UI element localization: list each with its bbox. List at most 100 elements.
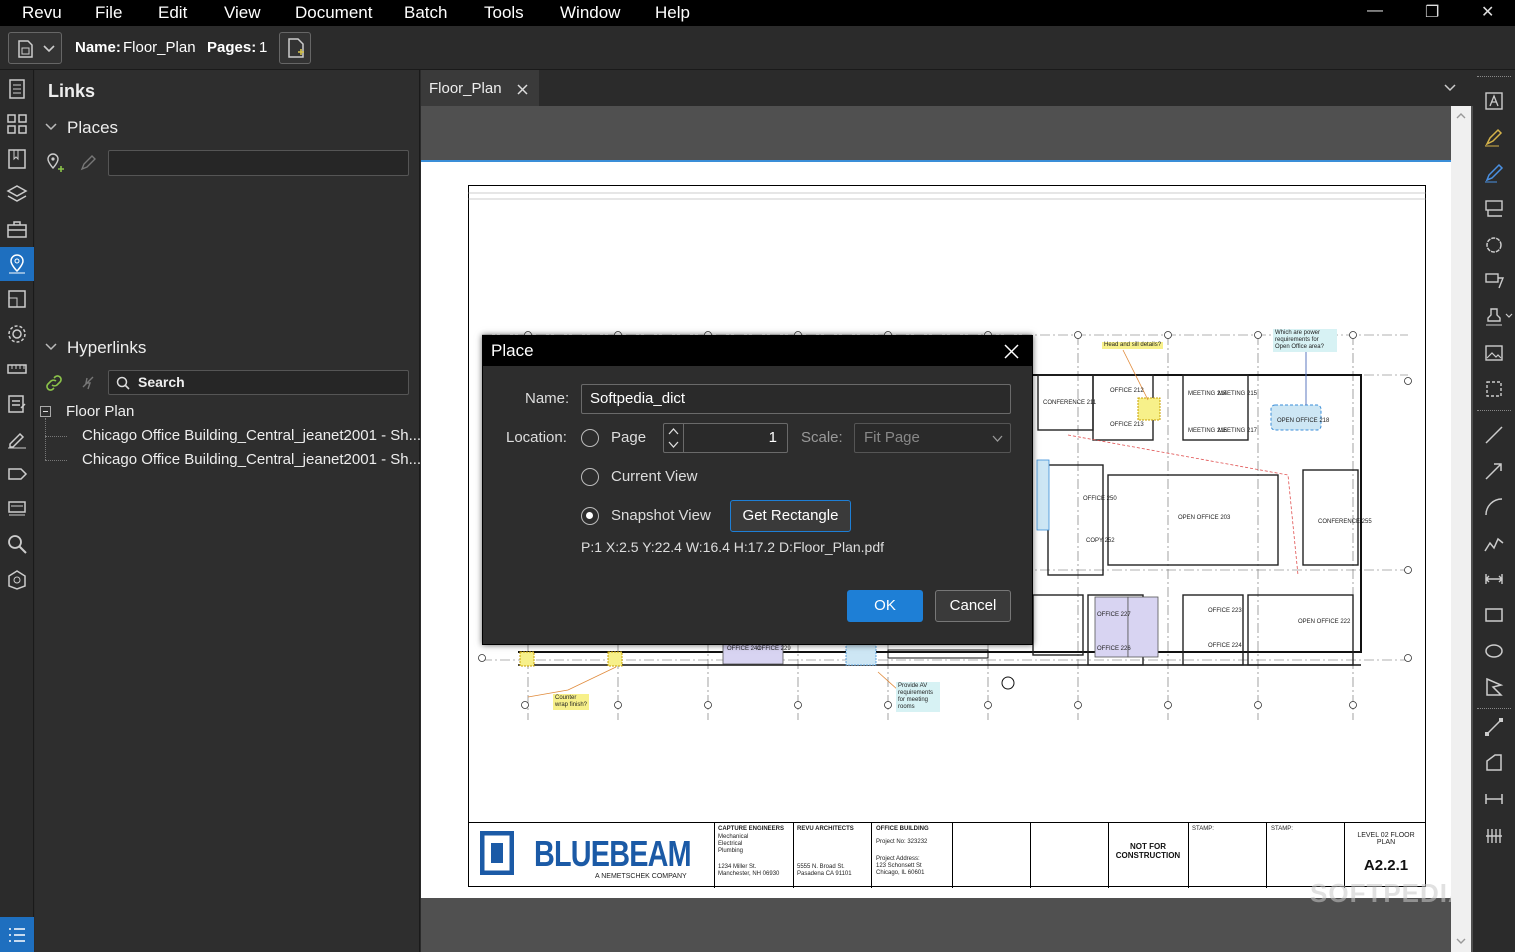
get-rectangle-button[interactable]: Get Rectangle — [730, 500, 851, 532]
polyline-icon[interactable] — [1483, 532, 1505, 554]
ok-button[interactable]: OK — [847, 590, 923, 622]
chevron-down-icon[interactable] — [1505, 313, 1513, 319]
ellipse-icon[interactable] — [1483, 640, 1505, 662]
place-pin-icon — [9, 254, 25, 274]
measurements-ruler-icon[interactable] — [6, 358, 28, 380]
tree-collapse-toggle[interactable] — [40, 406, 51, 417]
arc-icon[interactable] — [1483, 496, 1505, 518]
radio-current-view[interactable] — [581, 468, 599, 486]
dimension-icon[interactable] — [1483, 568, 1505, 590]
panel-list-toggle[interactable] — [0, 917, 34, 952]
measure-length-icon[interactable] — [1483, 716, 1505, 738]
places-collapse-icon[interactable] — [45, 122, 57, 132]
menu-batch[interactable]: Batch — [404, 3, 447, 23]
menu-window[interactable]: Window — [560, 3, 620, 23]
tab-floor-plan[interactable]: Floor_Plan — [421, 70, 539, 106]
vertical-scrollbar[interactable] — [1451, 106, 1471, 952]
rail-divider — [1477, 708, 1511, 709]
restore-button[interactable]: ❐ — [1425, 2, 1439, 22]
callout-icon[interactable] — [1483, 198, 1505, 220]
measure-area-icon[interactable] — [1483, 752, 1505, 774]
rectangle-icon[interactable] — [1483, 604, 1505, 626]
radio-snapshot-view-label[interactable]: Snapshot View — [611, 507, 711, 524]
menu-file[interactable]: File — [95, 3, 122, 23]
stepper-down-icon[interactable] — [668, 441, 679, 449]
edit-place-icon[interactable] — [79, 154, 97, 172]
markups-list-icon[interactable] — [6, 393, 28, 415]
stepper-up-icon[interactable] — [668, 427, 679, 435]
room-label: OPEN OFFICE 222 — [1298, 619, 1351, 625]
building-line: Project Address: — [876, 856, 920, 862]
menu-tools[interactable]: Tools — [484, 3, 524, 23]
polygon-icon[interactable] — [1483, 676, 1505, 698]
logo-subtitle: A NEMETSCHEK COMPANY — [595, 873, 687, 880]
count-icon[interactable] — [1483, 824, 1505, 846]
highlighter-icon[interactable] — [1483, 126, 1505, 148]
add-page-button[interactable] — [279, 32, 311, 64]
document-menu-button[interactable] — [8, 32, 62, 64]
properties-gear-icon[interactable] — [6, 323, 28, 345]
menu-help[interactable]: Help — [655, 3, 690, 23]
menu-document[interactable]: Document — [295, 3, 372, 23]
cancel-button[interactable]: Cancel — [935, 590, 1011, 622]
hyperlink-item[interactable]: Chicago Office Building_Central_jeanet20… — [82, 451, 421, 468]
add-link-icon[interactable] — [43, 373, 65, 393]
add-place-icon[interactable] — [45, 152, 65, 174]
places-header[interactable]: Places — [67, 118, 118, 138]
menu-view[interactable]: View — [224, 3, 261, 23]
cloud-icon[interactable] — [1483, 234, 1505, 256]
hyperlinks-header[interactable]: Hyperlinks — [67, 338, 146, 358]
hyperlinks-search-box[interactable]: Search — [108, 370, 409, 395]
links-tab-active[interactable] — [0, 247, 34, 281]
search-icon[interactable] — [6, 533, 28, 555]
arrow-callout-icon[interactable] — [1483, 270, 1505, 292]
callout-note: Head and sill details? — [1102, 342, 1164, 349]
stamp-tool-icon[interactable] — [1483, 306, 1505, 328]
close-dialog-icon[interactable] — [1004, 344, 1019, 359]
hyperlink-item[interactable]: Chicago Office Building_Central_jeanet20… — [82, 427, 421, 444]
bookmarks-icon[interactable] — [6, 148, 28, 170]
snapshot-icon[interactable] — [1483, 378, 1505, 400]
room-label: OFFICE 229 — [757, 646, 791, 652]
thumbnails-icon[interactable] — [6, 78, 28, 100]
image-icon[interactable] — [1483, 342, 1505, 364]
sheets-icon[interactable] — [6, 288, 28, 310]
name-input[interactable]: Softpedia_dict — [581, 384, 1011, 414]
grid-icon[interactable] — [6, 113, 28, 135]
menu-revu[interactable]: Revu — [22, 3, 62, 23]
scroll-up-icon[interactable] — [1456, 112, 1466, 119]
tag-icon[interactable] — [6, 463, 28, 485]
name-label: Name: — [525, 390, 570, 407]
toolbox-icon[interactable] — [6, 218, 28, 240]
radio-snapshot-view[interactable] — [581, 507, 599, 525]
page-number-stepper[interactable]: 1 — [663, 423, 788, 453]
spaces-icon[interactable] — [6, 568, 28, 590]
scale-select[interactable]: Fit Page — [854, 423, 1011, 453]
hyperlinks-collapse-icon[interactable] — [45, 342, 57, 352]
remove-link-icon[interactable] — [79, 373, 97, 393]
pages-value: 1 — [259, 39, 268, 56]
radio-page-label[interactable]: Page — [611, 429, 646, 446]
signatures-icon[interactable] — [6, 428, 28, 450]
close-tab-icon[interactable] — [517, 84, 528, 95]
line-icon[interactable] — [1483, 424, 1505, 446]
stamp-icon[interactable] — [6, 498, 28, 520]
radio-page[interactable] — [581, 429, 599, 447]
close-window-button[interactable]: ✕ — [1481, 2, 1494, 22]
tree-root-floor-plan[interactable]: Floor Plan — [66, 403, 134, 420]
name-label: Name: — [75, 39, 121, 56]
text-box-icon[interactable] — [1483, 90, 1505, 112]
pen-icon[interactable] — [1483, 162, 1505, 184]
radio-current-view-label[interactable]: Current View — [611, 468, 697, 485]
places-input[interactable] — [108, 150, 409, 176]
arrow-icon[interactable] — [1483, 460, 1505, 482]
layers-icon[interactable] — [6, 183, 28, 205]
minimize-button[interactable]: — — [1367, 2, 1383, 20]
tab-list-chevron-icon[interactable] — [1444, 84, 1456, 93]
bluebeam-logo: BLUEBEAM — [534, 833, 692, 874]
room-label: OFFICE 212 — [1110, 388, 1144, 394]
room-label: CONFERENCE 255 — [1318, 519, 1372, 525]
menu-edit[interactable]: Edit — [158, 3, 187, 23]
measure-distance-icon[interactable] — [1483, 788, 1505, 810]
scroll-down-icon[interactable] — [1456, 938, 1466, 945]
